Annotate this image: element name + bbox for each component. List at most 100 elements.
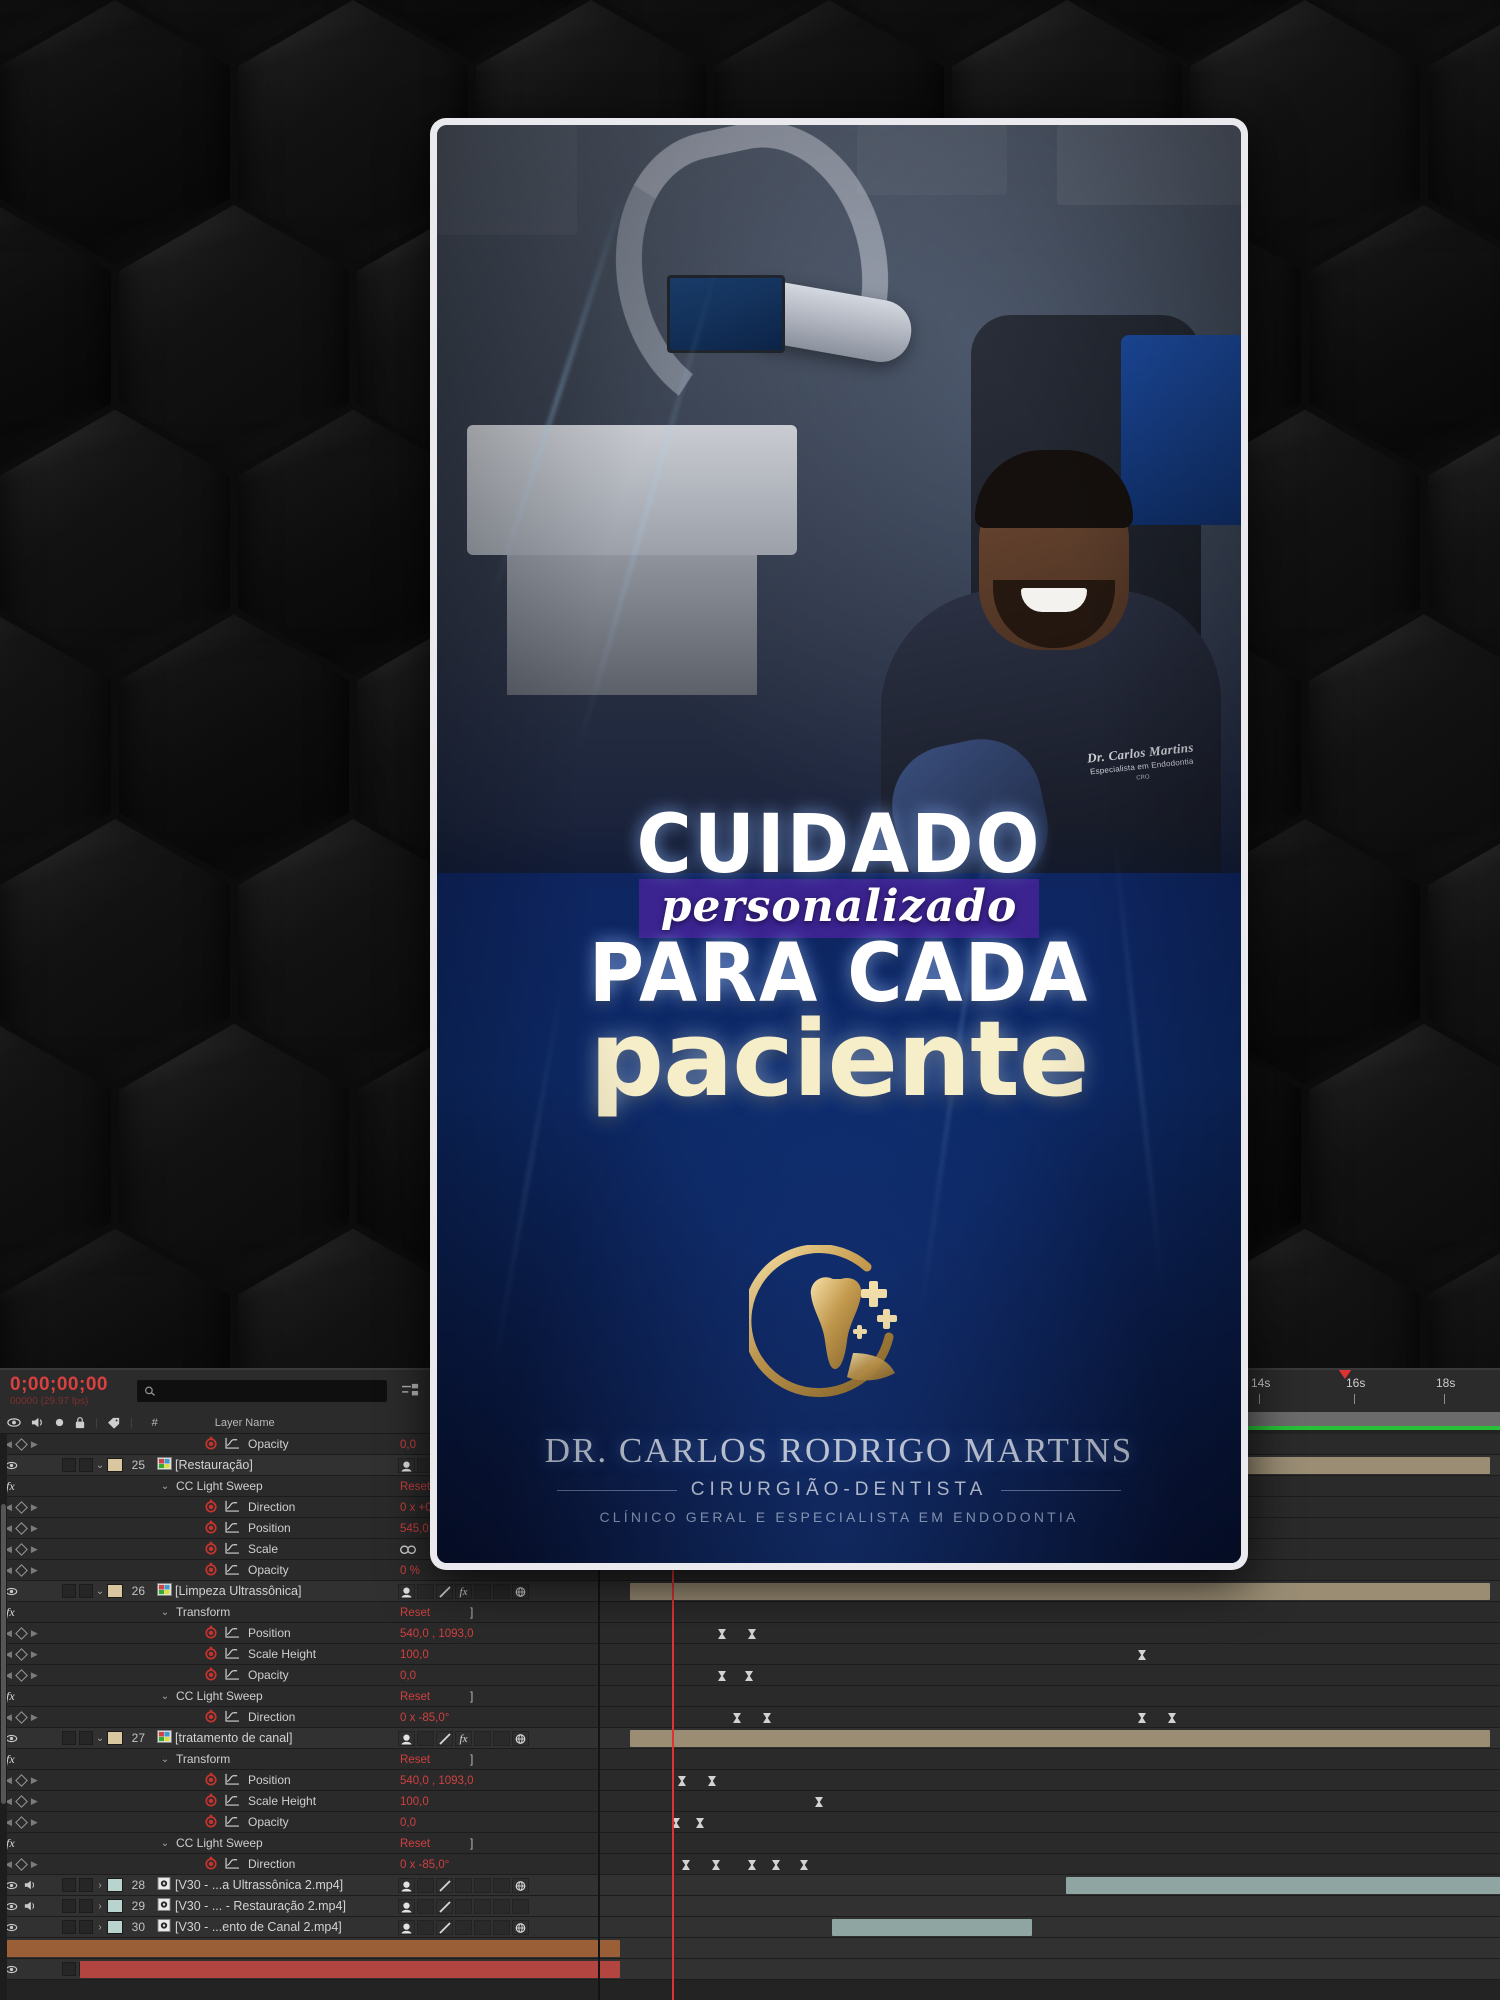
layer-switches[interactable] <box>0 1585 62 1598</box>
property-graph-icon[interactable] <box>225 1626 240 1641</box>
blank-switch[interactable] <box>417 1899 434 1914</box>
graph-editor-icon[interactable] <box>225 1626 240 1638</box>
composition-icon[interactable] <box>156 1583 172 1596</box>
twirl-arrow-icon[interactable]: ⌄ <box>158 1607 172 1618</box>
stopwatch-icon[interactable] <box>204 1856 218 1870</box>
footage-icon[interactable] <box>157 1898 171 1911</box>
layer-switches[interactable] <box>0 1459 62 1472</box>
layer-search-box[interactable] <box>137 1380 387 1402</box>
layer-track[interactable] <box>600 1623 1500 1644</box>
layer-name[interactable]: [Limpeza Ultrassônica] <box>175 1584 301 1598</box>
property-name[interactable]: Opacity <box>248 1668 289 1682</box>
layer-track[interactable] <box>600 1791 1500 1812</box>
keyframe-nav[interactable]: ◀ ▶ <box>0 1647 62 1661</box>
property-row[interactable]: fx ⌄ Transform Reset] <box>0 1602 1500 1623</box>
frameblend-switch[interactable] <box>474 1731 491 1746</box>
property-name[interactable]: Opacity <box>248 1815 289 1829</box>
layer-switches[interactable] <box>0 1900 62 1913</box>
keyframe-toggle-icon[interactable] <box>15 1815 28 1829</box>
next-keyframe-icon[interactable]: ▶ <box>31 1544 38 1555</box>
property-stopwatch[interactable] <box>204 1625 218 1642</box>
layer-track[interactable]: ] <box>470 1833 1500 1854</box>
layer-switch-column[interactable] <box>398 1896 529 1917</box>
stopwatch-icon[interactable] <box>204 1562 218 1576</box>
quality-slash-icon[interactable] <box>438 1900 452 1914</box>
solo-switch[interactable] <box>62 1584 76 1598</box>
motion-blur-switch[interactable] <box>512 1731 529 1746</box>
property-row[interactable]: fx ⌄ CC Light Sweep Reset] <box>0 1833 1500 1854</box>
twirl-arrow-icon[interactable]: ⌄ <box>158 1838 172 1849</box>
graph-editor-icon[interactable] <box>225 1857 240 1869</box>
keyframe-marker[interactable] <box>1168 1713 1176 1723</box>
twirl-arrow-icon[interactable]: ⌄ <box>93 1586 107 1597</box>
stopwatch-icon[interactable] <box>204 1541 218 1555</box>
layer-name[interactable]: [V30 - ...a Ultrassônica 2.mp4] <box>175 1878 343 1892</box>
solo-icon[interactable] <box>54 1417 65 1428</box>
effect-reset-link[interactable]: Reset <box>400 1749 430 1770</box>
layer-track[interactable] <box>600 1644 1500 1665</box>
effect-name[interactable]: CC Light Sweep <box>176 1836 263 1850</box>
property-stopwatch[interactable] <box>204 1520 218 1537</box>
layer-switches[interactable] <box>0 1879 62 1892</box>
motion-blur-icon[interactable] <box>514 1586 527 1598</box>
next-keyframe-icon[interactable]: ▶ <box>31 1649 38 1660</box>
keyframe-toggle-icon[interactable] <box>15 1437 28 1451</box>
property-value[interactable]: 0 x -85,0° <box>400 1854 449 1875</box>
stopwatch-icon[interactable] <box>204 1436 218 1450</box>
keyframe-marker[interactable] <box>1138 1650 1146 1660</box>
property-stopwatch[interactable] <box>204 1793 218 1810</box>
property-name[interactable]: Scale Height <box>248 1794 316 1808</box>
parent-switch[interactable] <box>398 1878 415 1893</box>
graph-editor-icon[interactable] <box>225 1437 240 1449</box>
layer-row[interactable]: › 30 [V30 - ...ento de Canal 2.mp4] <box>0 1917 1500 1938</box>
property-graph-icon[interactable] <box>225 1500 240 1515</box>
property-name[interactable]: Scale <box>248 1542 278 1556</box>
property-name[interactable]: Opacity <box>248 1437 289 1451</box>
quality-slash-icon[interactable] <box>438 1879 452 1893</box>
blank-switch-2[interactable] <box>493 1584 510 1599</box>
blank-switch-2[interactable] <box>493 1920 510 1935</box>
layer-name[interactable]: [Restauração] <box>175 1458 253 1472</box>
layer-row[interactable]: ⌄ 26 [Limpeza Ultrassônica] fx <box>0 1581 1500 1602</box>
keyframe-nav[interactable]: ◀ ▶ <box>0 1437 62 1451</box>
keyframe-nav[interactable]: ◀ ▶ <box>0 1626 62 1640</box>
keyframe-marker[interactable] <box>733 1713 741 1723</box>
solo-switch[interactable] <box>62 1878 76 1892</box>
next-keyframe-icon[interactable]: ▶ <box>31 1439 38 1450</box>
layer-track[interactable] <box>600 1665 1500 1686</box>
solo-switch[interactable] <box>62 1920 76 1934</box>
next-keyframe-icon[interactable]: ▶ <box>31 1523 38 1534</box>
solo-switch[interactable] <box>62 1458 76 1472</box>
property-stopwatch[interactable] <box>204 1709 218 1726</box>
layer-duration-bar[interactable] <box>1066 1877 1500 1894</box>
keyframe-marker[interactable] <box>772 1860 780 1870</box>
motion-blur-icon[interactable] <box>514 1922 527 1934</box>
keyframe-nav[interactable]: ◀ ▶ <box>0 1500 62 1514</box>
keyframe-marker[interactable] <box>718 1629 726 1639</box>
label-tag-icon[interactable] <box>107 1417 121 1429</box>
layer-track[interactable]: ] <box>470 1686 1500 1707</box>
next-keyframe-icon[interactable]: ▶ <box>31 1670 38 1681</box>
stopwatch-icon[interactable] <box>204 1625 218 1639</box>
property-graph-icon[interactable] <box>225 1542 240 1557</box>
solo-switch[interactable] <box>62 1962 76 1976</box>
property-name[interactable]: Scale Height <box>248 1647 316 1661</box>
keyframe-toggle-icon[interactable] <box>15 1542 28 1556</box>
next-keyframe-icon[interactable]: ▶ <box>31 1712 38 1723</box>
graph-editor-icon[interactable] <box>225 1563 240 1575</box>
parent-switch[interactable] <box>398 1920 415 1935</box>
graph-editor-icon[interactable] <box>225 1668 240 1680</box>
property-value[interactable] <box>400 1539 416 1560</box>
footage-icon[interactable] <box>157 1877 171 1890</box>
parent-pickwhip-icon[interactable] <box>400 1586 413 1598</box>
layer-switches[interactable] <box>0 1963 62 1976</box>
parent-switch[interactable] <box>398 1731 415 1746</box>
quality-slash-icon[interactable] <box>438 1732 452 1746</box>
keyframe-nav[interactable]: ◀ ▶ <box>0 1794 62 1808</box>
property-value[interactable]: 0 x -85,0° <box>400 1707 449 1728</box>
keyframe-toggle-icon[interactable] <box>15 1563 28 1577</box>
layer-duration-bar[interactable] <box>630 1583 1490 1600</box>
lock-switch[interactable] <box>79 1584 93 1598</box>
twirl-arrow-icon[interactable]: ⌄ <box>93 1733 107 1744</box>
parent-pickwhip-icon[interactable] <box>400 1460 413 1472</box>
